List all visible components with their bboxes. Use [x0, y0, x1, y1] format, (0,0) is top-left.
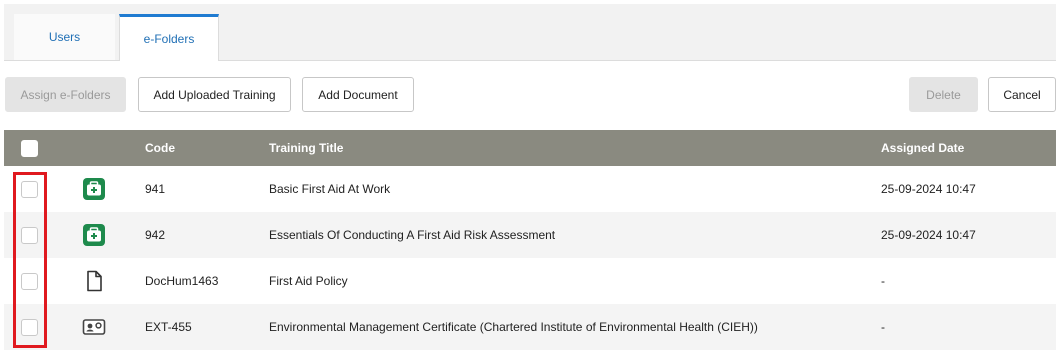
cancel-button[interactable]: Cancel [988, 77, 1056, 112]
delete-button[interactable]: Delete [909, 77, 978, 112]
tab-e-folders[interactable]: e-Folders [119, 14, 219, 61]
row-code: 942 [145, 228, 166, 242]
tab-bar: Users e-Folders [4, 4, 1056, 61]
select-all-cell [21, 130, 38, 166]
add-document-button[interactable]: Add Document [302, 77, 414, 112]
header-code[interactable]: Code [145, 130, 175, 166]
row-title[interactable]: Essentials Of Conducting A First Aid Ris… [269, 212, 555, 258]
table-row[interactable]: 941 Basic First Aid At Work 25-09-2024 1… [4, 166, 1056, 212]
row-title[interactable]: Environmental Management Certificate (Ch… [269, 304, 758, 350]
document-icon [82, 269, 106, 293]
select-all-checkbox[interactable] [21, 139, 38, 157]
row-assigned-date: 25-09-2024 10:47 [881, 228, 976, 242]
row-title[interactable]: First Aid Policy [269, 258, 348, 304]
row-checkbox[interactable] [21, 272, 38, 290]
tab-users[interactable]: Users [14, 14, 115, 60]
table-row[interactable]: EXT-455 Environmental Management Certifi… [4, 304, 1056, 350]
row-title[interactable]: Basic First Aid At Work [269, 166, 390, 212]
row-checkbox[interactable] [21, 180, 38, 198]
row-code: EXT-455 [145, 320, 192, 334]
table-row[interactable]: 942 Essentials Of Conducting A First Aid… [4, 212, 1056, 258]
header-assigned-date[interactable]: Assigned Date [881, 130, 964, 166]
row-checkbox[interactable] [21, 318, 38, 336]
row-assigned-date: - [881, 320, 885, 334]
assign-e-folders-button[interactable]: Assign e-Folders [5, 77, 126, 112]
header-training-title[interactable]: Training Title [269, 130, 343, 166]
row-code: 941 [145, 182, 166, 196]
row-assigned-date: 25-09-2024 10:47 [881, 182, 976, 196]
row-code: DocHum1463 [145, 274, 219, 288]
row-assigned-date: - [881, 274, 885, 288]
first-aid-kit-icon [82, 177, 106, 201]
add-uploaded-training-button[interactable]: Add Uploaded Training [138, 77, 291, 112]
row-checkbox[interactable] [21, 226, 38, 244]
certificate-icon [82, 315, 106, 339]
table-row[interactable]: DocHum1463 First Aid Policy - [4, 258, 1056, 304]
table-header: Code Training Title Assigned Date [4, 130, 1056, 166]
first-aid-kit-icon [82, 223, 106, 247]
